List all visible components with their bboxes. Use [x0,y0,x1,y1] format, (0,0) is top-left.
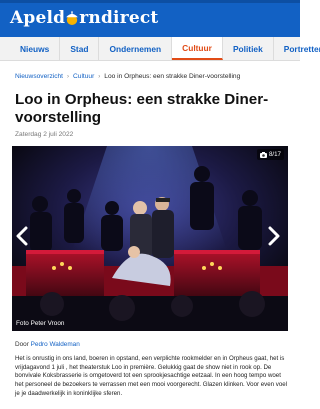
nav-item-nieuws[interactable]: Nieuws [10,37,61,60]
breadcrumb: Nieuwsoverzicht › Cultuur › Loo in Orphe… [15,73,240,80]
nav-item-stad[interactable]: Stad [60,37,100,60]
breadcrumb-separator: › [67,73,70,80]
nav-item-ondernemen[interactable]: Ondernemen [99,37,173,60]
breadcrumb-nieuwsoverzicht[interactable]: Nieuwsoverzicht [15,73,63,80]
page-title: Loo in Orpheus: een strakke Diner-voorst… [15,91,269,126]
site-header: Apeld rndirect [0,0,300,37]
author-link[interactable]: Pedro Waldeman [31,341,80,348]
main-nav: Nieuws Stad Ondernemen Cultuur Politiek … [0,37,320,61]
photo-counter-text: 8/17 [268,151,281,158]
nav-item-cultuur[interactable]: Cultuur [172,37,223,60]
byline-prefix: Door [15,341,31,348]
photo-gallery[interactable]: 8/17 Foto Peter Vroon [12,146,288,331]
photo-counter: 8/17 [256,149,284,160]
breadcrumb-cultuur[interactable]: Cultuur [73,73,94,80]
breadcrumb-current: Loo in Orpheus: een strakke Diner-voorst… [104,73,241,80]
chevron-right-icon[interactable] [267,226,285,248]
byline: Door Pedro Waldeman [15,341,80,348]
breadcrumb-separator: › [98,73,101,80]
photo-credit: Foto Peter Vroon [16,320,65,327]
stage-photo [12,146,288,331]
nav-item-portretten[interactable]: Portretten [274,37,320,60]
article-body: Het is onrustig in ons land, boeren in o… [15,355,288,397]
nav-item-politiek[interactable]: Politiek [223,37,274,60]
article-date: Zaterdag 2 juli 2022 [15,131,74,138]
acorn-icon [64,11,80,25]
header-stripe [0,0,300,3]
logo-text-right: rndirect [79,8,159,28]
camera-icon [259,151,267,158]
site-logo[interactable]: Apeld rndirect [10,5,159,31]
logo-text-left: Apeld [10,8,66,28]
chevron-left-icon[interactable] [15,226,33,248]
